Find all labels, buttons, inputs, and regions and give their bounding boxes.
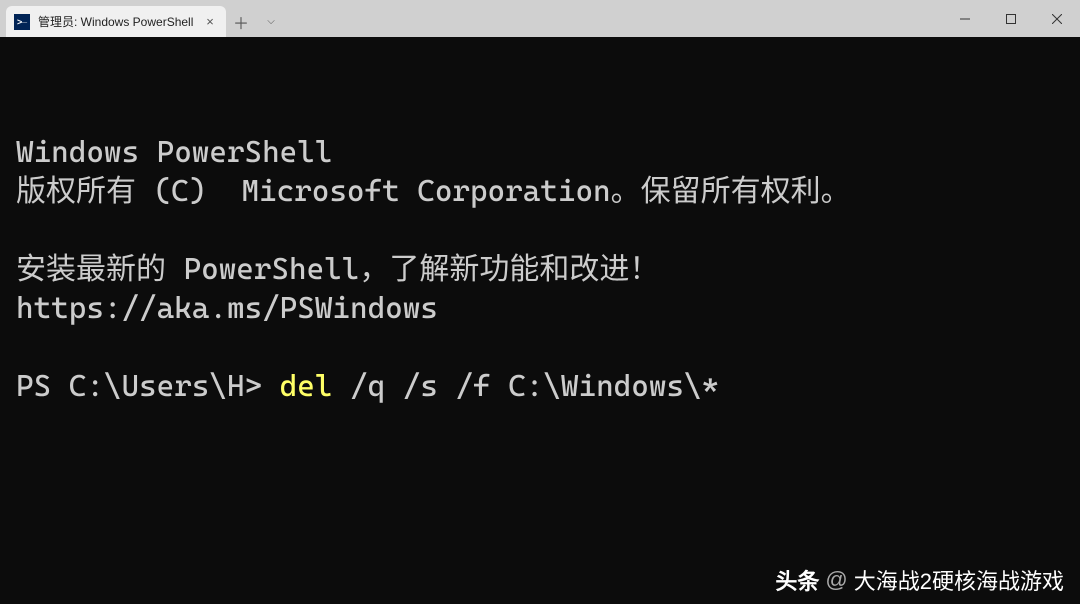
terminal-area[interactable]: Windows PowerShell版权所有 (C) Microsoft Cor…: [0, 37, 1080, 604]
tab-powershell[interactable]: 管理员: Windows PowerShell ×: [6, 6, 226, 37]
terminal-header: Windows PowerShell: [16, 133, 1064, 172]
window-controls: [942, 0, 1080, 37]
blank-line: [16, 328, 1064, 367]
powershell-icon: [14, 14, 30, 30]
terminal-copyright: 版权所有 (C) Microsoft Corporation。保留所有权利。: [16, 172, 1064, 211]
terminal-install-msg: 安装最新的 PowerShell，了解新功能和改进！: [16, 250, 1064, 289]
tab-dropdown-button[interactable]: ⌵: [256, 6, 286, 37]
new-tab-button[interactable]: ＋: [226, 6, 256, 37]
command-args: /q /s /f C:\Windows\*: [332, 369, 719, 404]
watermark-handle: 大海战2硬核海战游戏: [854, 564, 1064, 596]
close-tab-button[interactable]: ×: [202, 14, 218, 30]
command-keyword: del: [280, 369, 333, 404]
watermark-logo: 头条: [775, 564, 819, 596]
titlebar-drag-area[interactable]: [286, 0, 942, 37]
minimize-button[interactable]: [942, 0, 988, 37]
window-titlebar: 管理员: Windows PowerShell × ＋ ⌵: [0, 0, 1080, 37]
tab-title: 管理员: Windows PowerShell: [38, 13, 194, 30]
prompt-prefix: PS C:\Users\H>: [16, 369, 280, 404]
terminal-install-url: https://aka.ms/PSWindows: [16, 289, 1064, 328]
close-window-button[interactable]: [1034, 0, 1080, 37]
maximize-button[interactable]: [988, 0, 1034, 37]
terminal-prompt-line: PS C:\Users\H> del /q /s /f C:\Windows\*: [16, 367, 1064, 406]
watermark: 头条 @ 大海战2硬核海战游戏: [775, 564, 1064, 596]
watermark-at: @: [825, 567, 847, 593]
blank-line: [16, 211, 1064, 250]
